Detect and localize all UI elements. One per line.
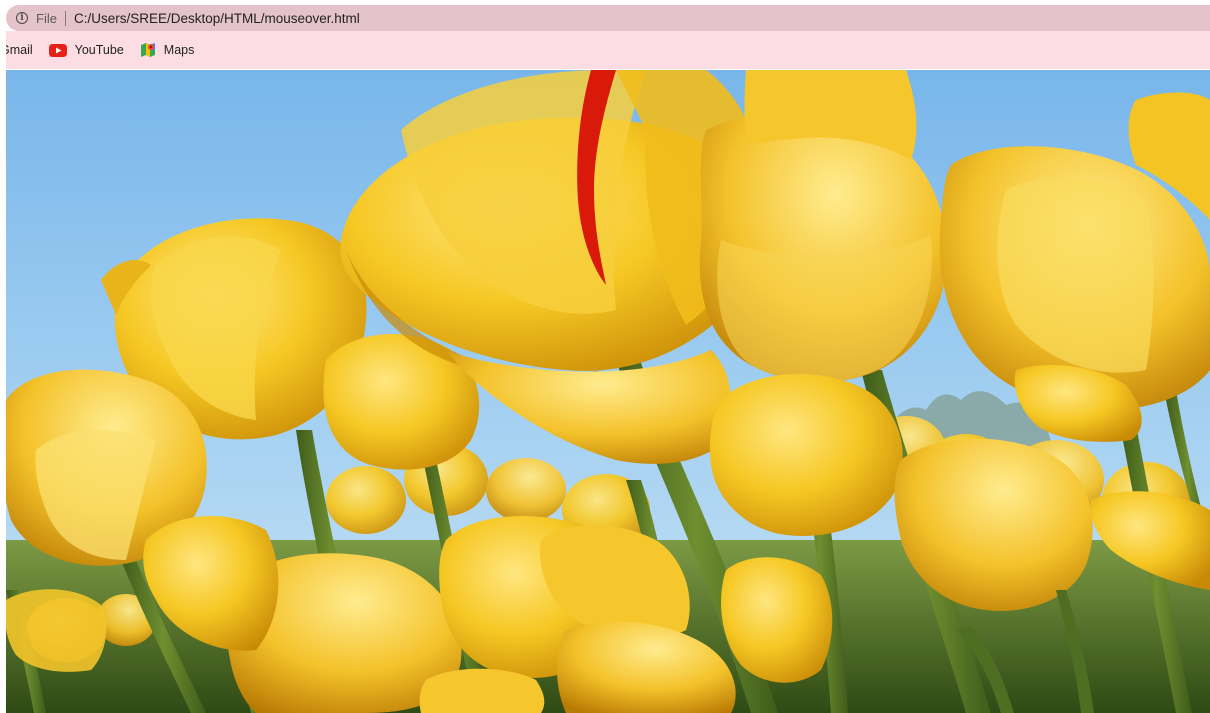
bookmark-gmail[interactable]: Gmail [6, 38, 33, 62]
youtube-icon [48, 43, 67, 57]
url-text[interactable]: C:/Users/SREE/Desktop/HTML/mouseover.htm… [74, 11, 360, 26]
tulip-illustration [6, 70, 1210, 713]
bookmarks-bar: Gmail YouTube Maps [6, 31, 1210, 69]
address-separator [64, 10, 66, 26]
bookmark-label: YouTube [74, 43, 124, 57]
bookmark-maps[interactable]: Maps [140, 38, 195, 62]
maps-icon [140, 42, 156, 58]
address-bar[interactable]: i File C:/Users/SREE/Desktop/HTML/mouseo… [6, 5, 1210, 31]
scheme-label: File [36, 10, 57, 26]
bookmark-label: Gmail [6, 43, 33, 57]
site-info-icon[interactable]: i [16, 12, 28, 24]
bookmark-youtube[interactable]: YouTube [48, 38, 124, 62]
bookmark-label: Maps [163, 43, 195, 57]
browser-window: i File C:/Users/SREE/Desktop/HTML/mouseo… [6, 0, 1210, 713]
tulip-photo [6, 70, 1210, 713]
